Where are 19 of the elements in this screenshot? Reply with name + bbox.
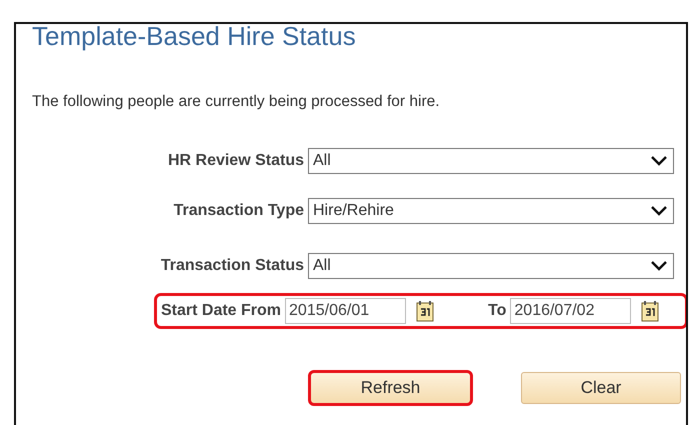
field-label: Transaction Type: [172, 202, 305, 220]
clear-button[interactable]: Clear: [521, 372, 681, 404]
refresh-button[interactable]: Refresh: [308, 370, 473, 406]
dropdown-field[interactable]: Hire/Rehire: [308, 198, 674, 224]
dropdown-field[interactable]: All: [308, 148, 674, 174]
field-label: HR Review Status: [166, 152, 305, 170]
chevron-down-icon: [651, 206, 667, 216]
date-field[interactable]: 2016/07/02: [510, 298, 632, 324]
field-label: To: [488, 302, 508, 320]
calendar-icon[interactable]: [416, 300, 434, 322]
chevron-down-icon: [651, 261, 667, 271]
date-field[interactable]: 2015/06/01: [285, 298, 406, 324]
chevron-down-icon: [651, 156, 667, 166]
dropdown-field[interactable]: All: [308, 253, 674, 279]
field-label: Transaction Status: [160, 257, 305, 275]
calendar-icon[interactable]: [641, 300, 660, 322]
field-label: Start Date From: [161, 302, 282, 320]
page-title: Template-Based Hire Status: [32, 24, 357, 52]
intro-text: The following people are currently being processed for hire.: [32, 93, 441, 111]
